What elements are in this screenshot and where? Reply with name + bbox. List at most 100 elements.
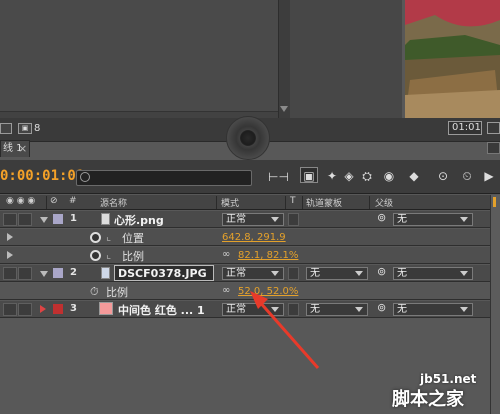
expand-triangle-icon[interactable] [40, 305, 46, 313]
motion-blur-icon[interactable]: ⛭ [358, 168, 376, 184]
timeline-graph-strip[interactable] [490, 195, 500, 414]
tab-close-icon[interactable]: × [18, 142, 27, 155]
chevron-down-icon[interactable] [271, 271, 279, 276]
expand-triangle-icon[interactable] [40, 217, 48, 223]
video-toggle[interactable] [3, 213, 17, 226]
current-time-indicator[interactable] [493, 197, 496, 207]
header-divider [216, 196, 217, 209]
lock-toggle[interactable] [18, 303, 32, 316]
header-parent[interactable]: 父级 [375, 196, 393, 209]
parent-value: 无 [397, 304, 407, 315]
header-divider [369, 196, 370, 209]
layer-search-input[interactable] [76, 170, 252, 186]
chevron-down-icon[interactable] [460, 271, 468, 276]
pick-whip-icon[interactable]: ⊚ [377, 301, 386, 314]
track-matte-value: 无 [310, 268, 320, 279]
vertical-scrollbar[interactable] [278, 0, 290, 118]
chevron-down-icon[interactable] [355, 271, 363, 276]
scroll-down-icon[interactable] [280, 106, 288, 112]
lock-toggle[interactable] [18, 213, 32, 226]
composition-icon[interactable]: ▣ [18, 123, 32, 134]
blend-mode-value: 正常 [226, 214, 246, 225]
av-features-header-icon: ◉ ◉ ◉ [6, 196, 36, 206]
video-toggle[interactable] [3, 267, 17, 280]
parent-value: 无 [397, 268, 407, 279]
header-mode[interactable]: 模式 [221, 196, 239, 209]
property-name: 比例 [122, 250, 144, 263]
chevron-down-icon[interactable] [460, 307, 468, 312]
chevron-down-icon[interactable] [355, 307, 363, 312]
camera-icon[interactable] [487, 122, 500, 134]
property-value[interactable]: 642.8, 291.9 [222, 232, 286, 243]
constrain-proportions-icon[interactable]: ∞ [222, 285, 230, 296]
graph-icon[interactable]: ⌞ [106, 248, 111, 261]
folder-icon[interactable] [0, 123, 12, 134]
preserve-transparency-checkbox[interactable] [288, 303, 299, 316]
preserve-transparency-checkbox[interactable] [288, 213, 299, 226]
search-icon [80, 172, 90, 182]
lock-toggle[interactable] [18, 267, 32, 280]
watermark-site-name: 脚本之家 [392, 389, 464, 410]
expand-triangle-icon[interactable] [7, 251, 13, 259]
project-list-area [0, 0, 278, 112]
pick-whip-icon[interactable]: ⊚ [377, 265, 386, 278]
hide-shy-layers-icon[interactable]: ✦ [323, 168, 341, 184]
expand-triangle-icon[interactable] [40, 271, 48, 277]
stopwatch-icon[interactable] [90, 250, 101, 261]
graph-editor-icon[interactable]: ⊙ [434, 168, 452, 184]
layer-number: 2 [70, 267, 77, 278]
image-file-icon [101, 267, 110, 279]
header-divider [302, 196, 303, 209]
effects-panel [290, 0, 402, 118]
property-value[interactable]: 82.1, 82.1% [238, 250, 298, 261]
chevron-down-icon[interactable] [460, 217, 468, 222]
track-matte-value: 无 [310, 304, 320, 315]
property-name: 位置 [122, 232, 144, 245]
header-track-matte[interactable]: 轨道蒙板 [306, 196, 342, 209]
label-header-icon: ⊘ [50, 196, 58, 206]
stopwatch-icon[interactable] [90, 232, 101, 243]
chevron-down-icon[interactable] [271, 217, 279, 222]
property-value[interactable]: 52.0, 52.0% [238, 286, 298, 297]
layer-name[interactable]: 心形.png [114, 212, 164, 228]
auto-keyframe-icon[interactable]: ◆ [405, 168, 423, 184]
header-t[interactable]: T [290, 196, 296, 206]
expand-icon[interactable]: ▶ [480, 168, 498, 184]
solid-color-icon [99, 302, 113, 315]
graph-icon[interactable]: ⌞ [106, 230, 111, 243]
after-effects-window: ▣ 8 线 1 × 01:01 0:00:01:01 ⊢⊣ ▣ ✦ ◈ ⛭ ◉ … [0, 0, 500, 414]
label-color-swatch[interactable] [53, 214, 63, 224]
draft-3d-icon[interactable]: ▣ [300, 167, 318, 183]
preserve-transparency-checkbox[interactable] [288, 267, 299, 280]
jog-knob-center[interactable] [240, 130, 256, 146]
current-timecode[interactable]: 0:00:01:01 [0, 168, 84, 184]
header-hash: # [69, 196, 77, 206]
layer-number: 3 [70, 303, 77, 314]
comp-mini-flowchart-icon[interactable]: ⊢⊣ [268, 169, 289, 185]
label-color-swatch[interactable] [53, 304, 63, 314]
layer-name-edit-field[interactable]: DSCF0378.JPG [114, 265, 214, 281]
time-remap-icon[interactable]: ⏲ [458, 168, 476, 184]
layer-name: DSCF0378.JPG [118, 267, 207, 280]
stopwatch-icon[interactable]: ⏱ [90, 285, 99, 299]
mini-timecode-box[interactable]: 01:01 [448, 121, 482, 135]
property-name: 比例 [106, 286, 128, 299]
header-source-name[interactable]: 源名称 [100, 196, 127, 209]
label-color-swatch[interactable] [53, 268, 63, 278]
expand-triangle-icon[interactable] [7, 233, 13, 241]
video-toggle[interactable] [3, 303, 17, 316]
header-divider [285, 196, 286, 209]
chevron-down-icon[interactable] [271, 307, 279, 312]
png-file-icon [101, 213, 110, 225]
layer-name[interactable]: 中间色 红色 ... 1 [118, 302, 205, 318]
viewer-image [405, 0, 500, 118]
brainstorm-icon[interactable]: ◉ [380, 168, 398, 184]
bit-depth-label: 8 [34, 123, 41, 134]
composition-viewer [405, 0, 500, 118]
panel-toggle-icon[interactable] [487, 142, 500, 154]
frame-blending-icon[interactable]: ◈ [340, 168, 358, 184]
blend-mode-value: 正常 [226, 304, 246, 315]
mini-timecode: 01:01 [452, 122, 481, 133]
constrain-proportions-icon[interactable]: ∞ [222, 249, 230, 260]
pick-whip-icon[interactable]: ⊚ [377, 211, 386, 224]
